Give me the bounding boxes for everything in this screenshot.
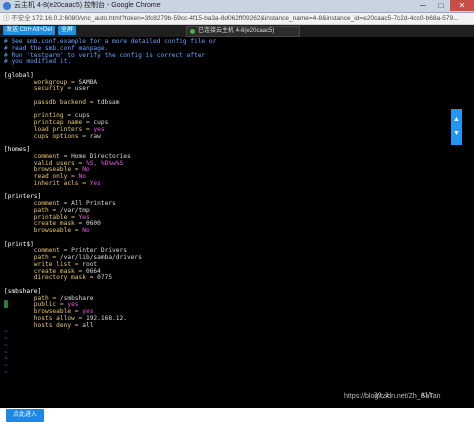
terminal-text: # See smb.conf.example for a more detail… (4, 38, 216, 377)
window-title: 云主机 4-8(e20caac5) 控制台 - Google Chrome (14, 2, 161, 9)
address-bar[interactable]: ⓘ 不安全 172.16.0.2:6080/vnc_auto.html?toke… (0, 13, 474, 25)
connection-status: 已连接云主机 4-8(e20caac5) (186, 26, 300, 37)
close-button[interactable]: ✕ (450, 0, 474, 11)
terminal-line: cups options = raw (4, 132, 216, 141)
not-secure-indicator[interactable]: ⓘ 不安全 (3, 14, 31, 23)
terminal-segment: = (85, 274, 98, 282)
watermark: https://blog.csdn.net/Zh_SaTan (344, 393, 441, 400)
terminal-segment: raw (89, 132, 101, 140)
terminal-segment: tdbsam (97, 98, 120, 106)
fullscreen-button[interactable]: 全屏 (58, 26, 76, 35)
empty-buffer-line: ~ (4, 368, 8, 376)
window-titlebar: 云主机 4-8(e20caac5) 控制台 - Google Chrome ─ … (0, 0, 474, 13)
terminal-segment: No (82, 227, 90, 234)
vnc-terminal[interactable]: # See smb.conf.example for a more detail… (0, 37, 474, 422)
terminal-line: directory mask = 0775 (4, 274, 216, 282)
terminal-segment: cups options (4, 132, 79, 140)
terminal-line: # you modified it. (4, 58, 216, 66)
terminal-segment: = (78, 179, 90, 187)
terminal-line: passdb backend = tdbsam (4, 98, 216, 107)
terminal-segment: 0775 (97, 274, 113, 282)
url-text[interactable]: 172.16.0.2:6080/vnc_auto.html?token=3fc8… (32, 14, 470, 23)
empty-buffer-line: ~ (4, 348, 8, 356)
console-toolbar: 发送 Ctrl+Alt+Del 全屏 已连接云主机 4-8(e20caac5) (0, 25, 474, 37)
empty-buffer-line: ~ (4, 335, 8, 342)
terminal-line: browseable = No (4, 227, 216, 235)
terminal-segment: passdb backend (4, 98, 86, 106)
minimize-button[interactable]: ─ (414, 0, 432, 11)
empty-buffer-line: ~ (4, 328, 8, 336)
empty-buffer-line: ~ (4, 355, 8, 363)
terminal-segment: = (71, 227, 83, 234)
terminal-segment: browseable (4, 227, 72, 234)
send-ctrl-alt-del-button[interactable]: 发送 Ctrl+Alt+Del (3, 26, 55, 35)
terminal-line: inherit acls = Yes (4, 179, 216, 188)
connected-dot-icon (190, 29, 195, 34)
terminal-segment: inherit acls (4, 179, 79, 187)
empty-buffer-line: ~ (4, 362, 8, 369)
terminal-segment: Yes (89, 179, 101, 187)
terminal-segment: # you modified it. (4, 58, 72, 66)
terminal-line: hosts deny = all (4, 321, 216, 330)
cloud-console-icon (3, 2, 11, 10)
terminal-segment: = (63, 85, 75, 93)
terminal-segment: = (71, 321, 83, 329)
maximize-button[interactable]: □ (432, 0, 450, 11)
terminal-segment: = (85, 98, 98, 106)
terminal-segment: all (82, 321, 94, 329)
terminal-segment: = (78, 132, 90, 140)
terminal-segment: %S, %D%w%S (85, 159, 124, 167)
terminal-segment: hosts deny (4, 321, 72, 329)
click-to-enter-button[interactable]: 点此进入 (6, 409, 44, 422)
terminal-segment: user (74, 85, 90, 93)
terminal-segment: directory mask (4, 274, 86, 282)
scroll-down-tab[interactable]: ▼ (451, 123, 462, 145)
terminal-segment: security (4, 85, 64, 93)
empty-buffer-line: ~ (4, 341, 8, 349)
terminal-line: security = user (4, 85, 216, 93)
connection-status-text: 已连接云主机 4-8(e20caac5) (198, 28, 275, 34)
